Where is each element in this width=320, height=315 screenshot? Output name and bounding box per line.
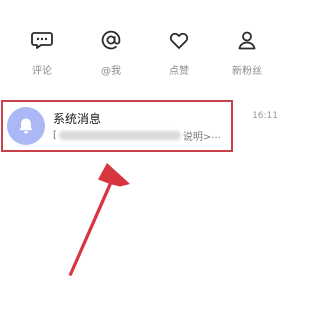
arrow-icon (68, 163, 130, 276)
